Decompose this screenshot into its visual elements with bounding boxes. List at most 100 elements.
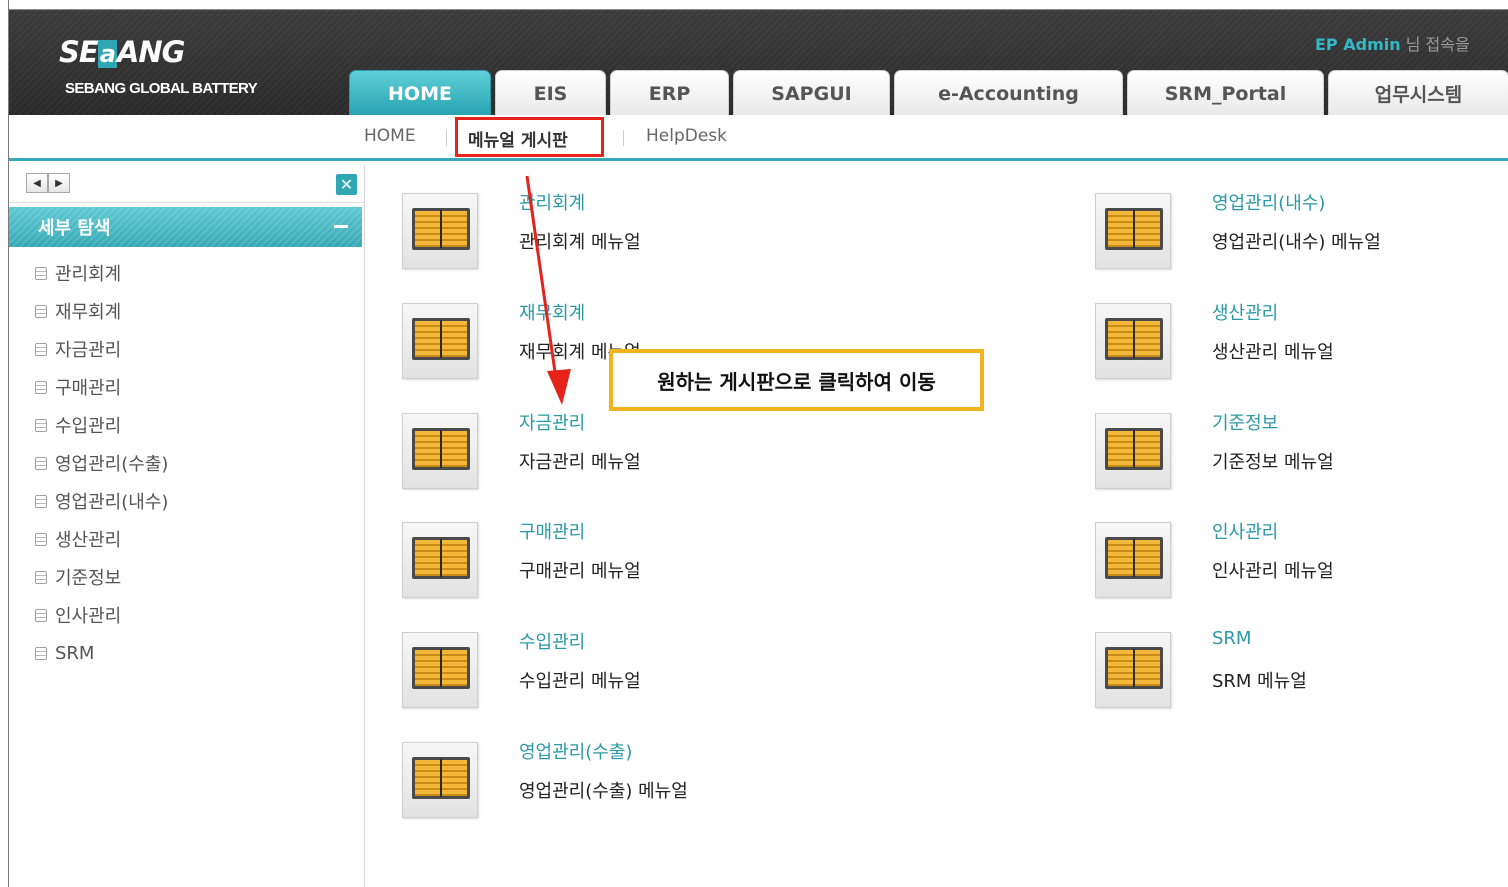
subnav-separator: [623, 130, 624, 146]
sidebar-item-srm[interactable]: SRM: [35, 641, 94, 665]
tab-business-system[interactable]: 업무시스템: [1328, 70, 1508, 116]
sidebar-item-label: SRM: [55, 642, 95, 664]
board-title-link[interactable]: SRM: [1212, 628, 1251, 649]
document-icon: [35, 570, 47, 584]
board-title-link[interactable]: 관리회계: [519, 189, 585, 215]
manual-book-icon[interactable]: [1095, 303, 1171, 379]
document-icon: [35, 608, 47, 622]
arrow-right-icon[interactable]: ▶: [48, 173, 70, 193]
document-icon: [35, 304, 47, 318]
sidebar-item-treasury[interactable]: 자금관리: [35, 337, 121, 361]
document-icon: [35, 456, 47, 470]
board-description: 영업관리(수출) 메뉴얼: [519, 781, 688, 802]
annotation-highlight-box: [455, 117, 604, 157]
sidebar-item-label: 자금관리: [55, 340, 122, 361]
sidebar-item-label: 영업관리(내수): [55, 492, 169, 513]
document-icon: [35, 418, 47, 432]
sidebar-nav-arrows: ◀ ▶: [26, 173, 78, 195]
sidebar-item-master-data[interactable]: 기준정보: [35, 565, 121, 589]
tab-e-accounting[interactable]: e-Accounting: [894, 70, 1123, 116]
user-greeting: 님 접속을: [1400, 35, 1470, 54]
document-icon: [35, 494, 47, 508]
board-description: 기준정보 메뉴얼: [1212, 452, 1334, 473]
subnav-separator: [446, 130, 447, 146]
tab-erp[interactable]: ERP: [610, 70, 729, 116]
subnav-helpdesk[interactable]: HelpDesk: [646, 126, 727, 146]
document-icon: [35, 342, 47, 356]
sidebar-item-label: 수입관리: [55, 416, 122, 437]
manual-book-icon[interactable]: [1095, 522, 1171, 598]
tab-eis[interactable]: EIS: [495, 70, 606, 116]
board-title-link[interactable]: 구매관리: [519, 518, 585, 544]
company-logo[interactable]: SEaANG: [59, 35, 186, 69]
sidebar-item-label: 생산관리: [55, 530, 122, 551]
board-title-link[interactable]: 수입관리: [519, 628, 585, 654]
board-title-link[interactable]: 기준정보: [1212, 409, 1278, 435]
sidebar-item-label: 영업관리(수출): [55, 454, 169, 475]
sidebar-item-label: 관리회계: [55, 264, 122, 285]
document-icon: [35, 532, 47, 546]
manual-book-icon[interactable]: [402, 522, 478, 598]
board-description: 인사관리 메뉴얼: [1212, 561, 1334, 582]
logo-text-start: SE: [59, 35, 99, 69]
board-description: 수입관리 메뉴얼: [519, 671, 641, 692]
manual-book-icon[interactable]: [1095, 193, 1171, 269]
user-info: EP Admin 님 접속을: [1315, 31, 1470, 55]
sidebar-item-label: 재무회계: [55, 302, 122, 323]
sidebar-item-purchasing[interactable]: 구매관리: [35, 375, 121, 399]
tab-sapgui[interactable]: SAPGUI: [733, 70, 890, 116]
manual-book-icon[interactable]: [1095, 632, 1171, 708]
board-description: 영업관리(내수) 메뉴얼: [1212, 232, 1381, 253]
board-title-link[interactable]: 자금관리: [519, 409, 585, 435]
logo-text-accent: a: [97, 40, 117, 68]
manual-book-icon[interactable]: [1095, 413, 1171, 489]
subnav-home[interactable]: HOME: [364, 126, 416, 146]
board-title-link[interactable]: 영업관리(내수): [1212, 189, 1325, 215]
window-frame-left: [0, 0, 9, 887]
sidebar-title: 세부 탐색: [38, 218, 111, 239]
manual-book-icon[interactable]: [402, 303, 478, 379]
board-description: 구매관리 메뉴얼: [519, 561, 641, 582]
sidebar-item-sales-export[interactable]: 영업관리(수출): [35, 451, 168, 475]
board-title-link[interactable]: 인사관리: [1212, 518, 1278, 544]
arrow-left-icon[interactable]: ◀: [26, 173, 48, 193]
board-description: 생산관리 메뉴얼: [1212, 342, 1334, 363]
manual-book-icon[interactable]: [402, 742, 478, 818]
board-description: 자금관리 메뉴얼: [519, 452, 641, 473]
tab-home[interactable]: HOME: [349, 70, 491, 116]
window-frame-top: [0, 0, 1508, 9]
sub-navigation: HOME 메뉴얼 게시판 HelpDesk: [9, 115, 1508, 161]
sidebar-item-sales-domestic[interactable]: 영업관리(내수): [35, 489, 168, 513]
sidebar-item-label: 기준정보: [55, 568, 122, 589]
manual-book-icon[interactable]: [402, 193, 478, 269]
logo-text-end: ANG: [116, 35, 186, 69]
top-header: SEaANG SEBANG GLOBAL BATTERY EP Admin 님 …: [9, 9, 1508, 116]
board-description: SRM 메뉴얼: [1212, 671, 1307, 692]
sidebar-item-import[interactable]: 수입관리: [35, 413, 121, 437]
user-name: EP Admin: [1315, 35, 1401, 54]
tab-srm-portal[interactable]: SRM_Portal: [1127, 70, 1324, 116]
document-icon: [35, 266, 47, 280]
board-title-link[interactable]: 생산관리: [1212, 299, 1278, 325]
document-icon: [35, 380, 47, 394]
document-icon: [35, 646, 47, 660]
board-description: 관리회계 메뉴얼: [519, 232, 641, 253]
collapse-icon[interactable]: [334, 225, 348, 228]
sidebar-header: 세부 탐색: [9, 207, 362, 247]
annotation-arrow-head: [547, 369, 571, 405]
sidebar-item-hr[interactable]: 인사관리: [35, 603, 121, 627]
sidebar-item-financial-accounting[interactable]: 재무회계: [35, 299, 121, 323]
sidebar-item-managerial-accounting[interactable]: 관리회계: [35, 261, 121, 285]
annotation-callout-text: 원하는 게시판으로 클릭하여 이동: [657, 369, 936, 394]
sidebar: ◀ ▶ ✕ 세부 탐색 관리회계 재무회계 자금관리 구매관리 수입관리 영업관…: [9, 165, 365, 887]
close-icon[interactable]: ✕: [336, 174, 357, 195]
board-title-link[interactable]: 재무회계: [519, 299, 585, 325]
manual-book-icon[interactable]: [402, 413, 478, 489]
board-title-link[interactable]: 영업관리(수출): [519, 738, 632, 764]
logo-subtitle: SEBANG GLOBAL BATTERY: [65, 80, 258, 97]
sidebar-item-label: 인사관리: [55, 606, 122, 627]
sidebar-item-production[interactable]: 생산관리: [35, 527, 121, 551]
annotation-callout: 원하는 게시판으로 클릭하여 이동: [609, 349, 984, 411]
sidebar-item-label: 구매관리: [55, 378, 122, 399]
manual-book-icon[interactable]: [402, 632, 478, 708]
